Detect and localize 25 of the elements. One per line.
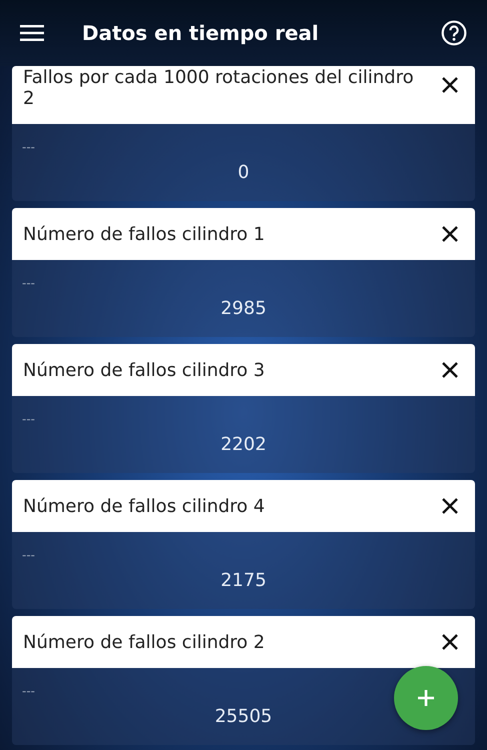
card-subtitle: --- [22,412,36,426]
card-value: 2202 [220,434,268,455]
card-subtitle: --- [22,684,36,698]
menu-icon[interactable] [20,24,44,42]
card-title: Número de fallos cilindro 1 [23,224,266,244]
card-value: 2175 [220,570,268,591]
card-title: Número de fallos cilindro 3 [23,360,266,380]
add-button[interactable] [394,666,458,730]
card-subtitle: --- [22,140,36,154]
card-title: Fallos por cada 1000 rotaciones del cilindro 2 [23,67,415,109]
card-title: Número de fallos cilindro 2 [23,632,266,652]
card-subtitle: --- [22,548,36,562]
close-icon[interactable] [441,76,459,94]
card-subtitle: --- [22,276,36,290]
card-value: 0 [236,162,250,183]
card-title: Número de fallos cilindro 4 [23,496,266,516]
help-icon[interactable] [441,20,467,46]
close-icon[interactable] [441,497,459,515]
close-icon[interactable] [441,633,459,651]
card-value: 25505 [214,706,274,727]
app-title: Datos en tiempo real [82,21,320,45]
plus-icon [416,688,436,708]
close-icon[interactable] [441,225,459,243]
close-icon[interactable] [441,361,459,379]
card-value: 2985 [220,298,268,319]
